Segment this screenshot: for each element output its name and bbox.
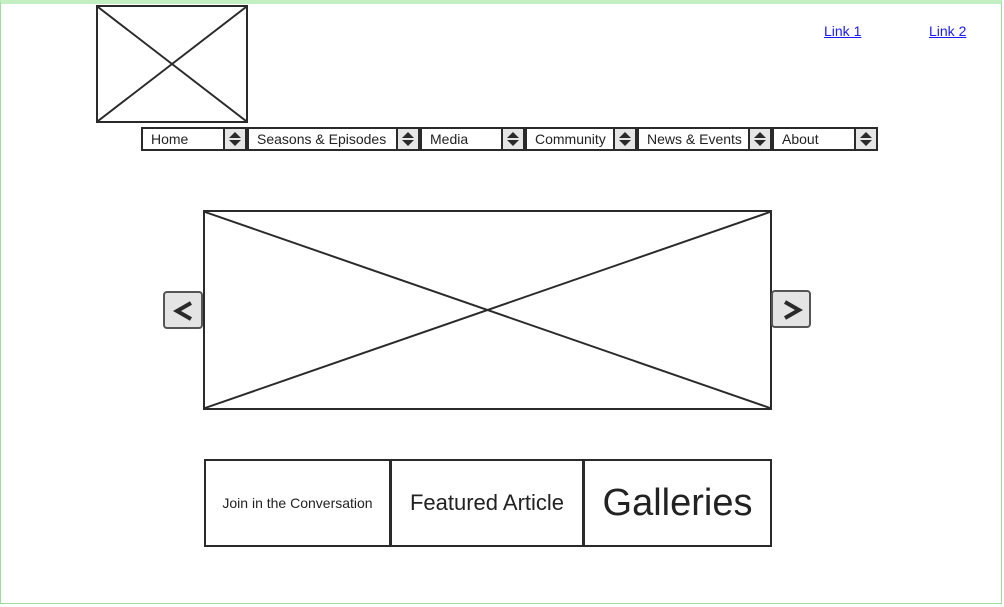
carousel-image-placeholder[interactable] [203, 210, 772, 410]
tile-label: Join in the Conversation [222, 495, 373, 511]
nav-item-label: About [782, 131, 819, 147]
feature-tiles: Join in the Conversation Featured Articl… [204, 459, 772, 547]
placeholder-x-icon [98, 7, 246, 121]
logo-placeholder [96, 5, 248, 123]
main-nav: Home Seasons & Episodes Media Community … [141, 127, 878, 151]
tile-label: Galleries [602, 481, 753, 524]
header-link-1[interactable]: Link 1 [824, 23, 861, 39]
nav-item-label: Home [151, 131, 189, 147]
carousel-next-button[interactable] [771, 290, 811, 328]
carousel-prev-button[interactable] [163, 291, 203, 329]
dropdown-spinner-icon[interactable] [854, 129, 876, 149]
tile-label: Featured Article [409, 490, 565, 515]
page-frame: Link 1 Link 2 Home Seasons & Episodes Me… [0, 0, 1002, 604]
dropdown-spinner-icon[interactable] [613, 129, 635, 149]
nav-item-label: Seasons & Episodes [257, 131, 387, 147]
chevron-right-icon [784, 300, 803, 320]
placeholder-x-icon [205, 212, 770, 408]
nav-item-label: News & Events [647, 131, 742, 147]
nav-item-seasons-episodes[interactable]: Seasons & Episodes [247, 127, 420, 151]
tile-featured-article[interactable]: Featured Article [392, 461, 582, 545]
tile-join-conversation[interactable]: Join in the Conversation [206, 461, 389, 545]
nav-item-home[interactable]: Home [141, 127, 247, 151]
nav-item-community[interactable]: Community [525, 127, 637, 151]
nav-item-about[interactable]: About [772, 127, 878, 151]
dropdown-spinner-icon[interactable] [501, 129, 523, 149]
header-link-2[interactable]: Link 2 [929, 23, 966, 39]
nav-item-label: Community [535, 131, 606, 147]
nav-item-news-events[interactable]: News & Events [637, 127, 772, 151]
nav-item-media[interactable]: Media [420, 127, 525, 151]
dropdown-spinner-icon[interactable] [396, 129, 418, 149]
chevron-left-icon [173, 301, 192, 321]
tile-galleries[interactable]: Galleries [585, 461, 770, 545]
dropdown-spinner-icon[interactable] [223, 129, 245, 149]
nav-item-label: Media [430, 131, 469, 147]
dropdown-spinner-icon[interactable] [748, 129, 770, 149]
